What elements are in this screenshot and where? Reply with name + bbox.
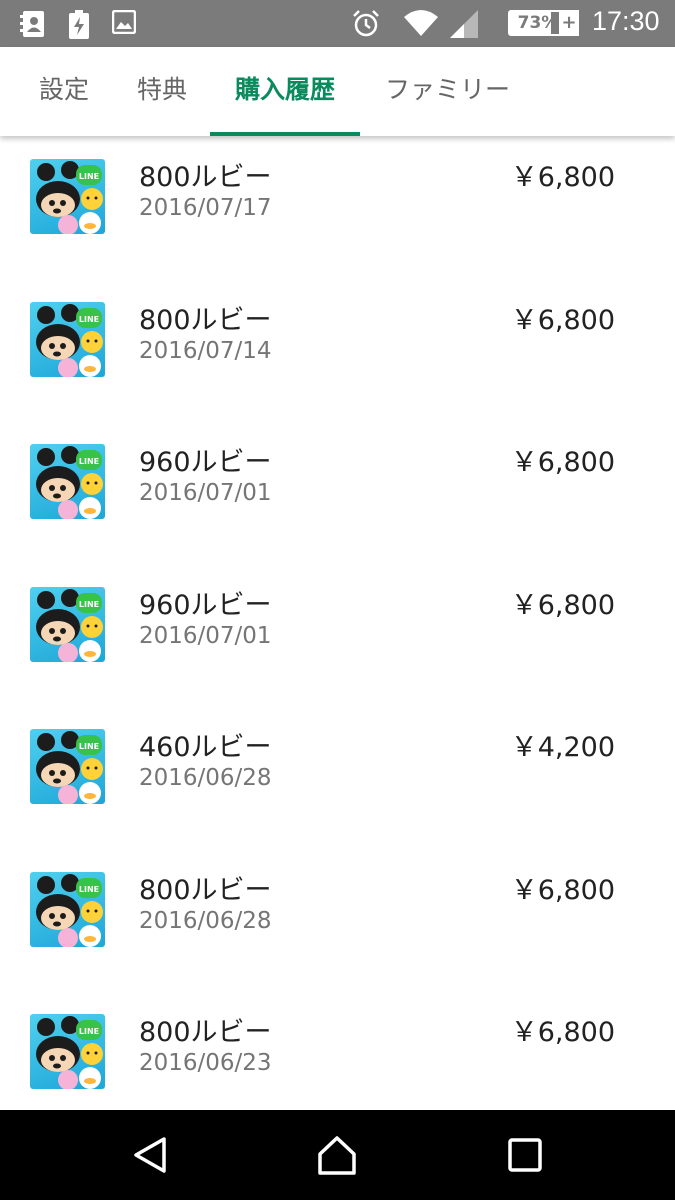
- tsum-tsum-app-icon: LINE: [36, 303, 103, 377]
- purchase-date: 2016/06/28: [139, 907, 272, 934]
- item-price: ￥6,800: [510, 589, 615, 621]
- wifi-icon: [404, 10, 438, 36]
- tsum-tsum-app-icon: LINE: [36, 873, 103, 947]
- purchase-date: 2016/07/14: [139, 337, 272, 364]
- purchase-date: 2016/06/23: [139, 1050, 272, 1076]
- svg-text:LINE: LINE: [79, 457, 99, 466]
- app-icon: LINE: [30, 729, 105, 804]
- purchase-date: 2016/07/17: [139, 195, 272, 221]
- purchase-date: 2016/06/28: [139, 765, 272, 791]
- status-time: 17:30: [592, 6, 660, 36]
- tab-bar: 設定 特典 購入履歴 ファミリー: [0, 47, 675, 136]
- cell-signal-icon: [450, 10, 478, 38]
- list-item[interactable]: LINE 960ルビー 2016/07/01 ￥6,800: [0, 421, 675, 563]
- svg-text:LINE: LINE: [79, 1027, 99, 1036]
- tab-settings[interactable]: 設定: [18, 47, 110, 136]
- battery-saver-icon: [69, 10, 89, 39]
- item-name: 960ルビー: [139, 447, 272, 478]
- app-icon: LINE: [30, 301, 105, 377]
- app-icon: LINE: [30, 159, 105, 234]
- item-price: ￥6,800: [510, 1017, 615, 1048]
- tsum-tsum-app-icon: LINE: [36, 731, 103, 804]
- back-icon[interactable]: [128, 1133, 172, 1177]
- tsum-tsum-app-icon: LINE: [36, 446, 103, 519]
- list-item[interactable]: LINE 800ルビー 2016/06/23 ￥6,800: [0, 991, 675, 1110]
- purchase-history-list[interactable]: LINE 800ルビー 2016/07/17 ￥6,800 LINE 800ルビ…: [0, 136, 675, 1110]
- item-name: 460ルビー: [139, 732, 272, 763]
- item-name: 800ルビー: [139, 1017, 272, 1048]
- item-price: ￥6,800: [510, 447, 615, 478]
- app-icon: LINE: [30, 1014, 105, 1089]
- purchase-date: 2016/07/01: [139, 480, 272, 506]
- item-price: ￥6,800: [510, 162, 615, 193]
- app-icon: LINE: [30, 444, 105, 519]
- alarm-icon: [353, 10, 379, 37]
- svg-text:LINE: LINE: [79, 885, 99, 894]
- contacts-icon: [20, 11, 44, 37]
- item-price: ￥4,200: [510, 732, 615, 763]
- list-item[interactable]: LINE 800ルビー 2016/06/28 ￥6,800: [0, 849, 675, 991]
- battery-percent: 73%: [517, 13, 559, 33]
- svg-text:LINE: LINE: [79, 315, 99, 324]
- app-icon: LINE: [30, 586, 105, 662]
- purchase-date: 2016/07/01: [139, 622, 272, 649]
- item-name: 800ルビー: [139, 162, 272, 193]
- recent-apps-icon[interactable]: [503, 1133, 547, 1177]
- item-name: 800ルビー: [139, 874, 272, 906]
- tab-rewards[interactable]: 特典: [116, 47, 208, 136]
- home-icon[interactable]: [315, 1133, 359, 1177]
- navigation-bar: [0, 1110, 675, 1200]
- item-price: ￥6,800: [510, 304, 615, 336]
- item-name: 960ルビー: [139, 589, 272, 621]
- tsum-tsum-app-icon: LINE: [36, 161, 103, 234]
- list-item[interactable]: LINE 960ルビー 2016/07/01 ￥6,800: [0, 564, 675, 706]
- list-item[interactable]: LINE 800ルビー 2016/07/17 ￥6,800: [0, 136, 675, 278]
- item-price: ￥6,800: [510, 874, 615, 906]
- tsum-tsum-app-icon: LINE: [36, 1016, 103, 1089]
- tsum-tsum-app-icon: LINE: [36, 588, 103, 662]
- svg-text:LINE: LINE: [79, 742, 99, 751]
- list-item[interactable]: LINE 800ルビー 2016/07/14 ￥6,800: [0, 279, 675, 421]
- list-item[interactable]: LINE 460ルビー 2016/06/28 ￥4,200: [0, 706, 675, 848]
- app-icon: LINE: [30, 871, 105, 947]
- charging-plus-icon: +: [559, 10, 579, 36]
- image-icon: [112, 10, 136, 34]
- tab-family[interactable]: ファミリー: [370, 47, 525, 136]
- status-bar: 73% + 17:30: [0, 0, 675, 47]
- svg-text:LINE: LINE: [79, 172, 99, 181]
- item-name: 800ルビー: [139, 304, 272, 336]
- svg-text:LINE: LINE: [79, 600, 99, 609]
- tab-purchase-history[interactable]: 購入履歴: [210, 47, 360, 136]
